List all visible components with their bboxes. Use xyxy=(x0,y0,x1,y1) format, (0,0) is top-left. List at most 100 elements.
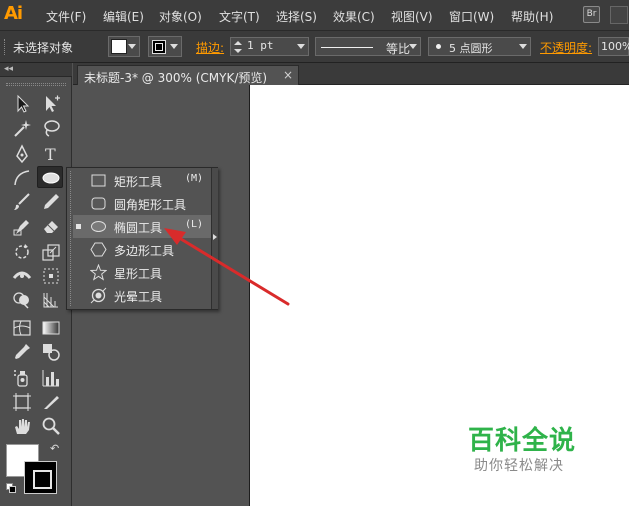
watermark: 百科全说 助你轻松解决 xyxy=(462,420,610,480)
chevron-down-icon xyxy=(170,44,178,49)
menu-type[interactable]: 文字(T) xyxy=(219,8,260,25)
rectangle-icon xyxy=(91,174,106,187)
flyout-item-label: 光晕工具 xyxy=(114,290,163,304)
profile-line-icon xyxy=(321,47,373,48)
close-icon[interactable]: × xyxy=(283,68,293,82)
menu-help[interactable]: 帮助(H) xyxy=(511,8,553,25)
menu-effect[interactable]: 效果(C) xyxy=(333,8,375,25)
ellipse-icon xyxy=(91,221,106,232)
document-tab-strip: 未标题-3* @ 300% (CMYK/预览) × xyxy=(73,63,629,85)
flyout-item-star[interactable]: 星形工具 xyxy=(73,261,211,284)
flyout-item-rectangle[interactable]: 矩形工具 (M) xyxy=(73,169,211,192)
app-logo: Ai xyxy=(4,3,23,24)
flyout-tearoff-bar[interactable] xyxy=(211,168,218,309)
flyout-item-flare[interactable]: 光晕工具 xyxy=(73,284,211,307)
scale-tool-icon[interactable] xyxy=(38,241,64,263)
artboard-tool-icon[interactable] xyxy=(9,391,35,413)
brush-label: 5 点圆形 xyxy=(449,42,493,55)
chevron-down-icon xyxy=(128,44,136,49)
document-tab-title[interactable]: 未标题-3* @ 300% (CMYK/预览) xyxy=(84,69,267,86)
stroke-color-swatch[interactable] xyxy=(24,461,57,494)
mesh-tool-icon[interactable] xyxy=(9,317,35,339)
menu-object[interactable]: 对象(O) xyxy=(159,8,202,25)
eraser-tool-icon[interactable] xyxy=(38,215,64,237)
flyout-item-polygon[interactable]: 多边形工具 xyxy=(73,238,211,261)
control-bar: 未选择对象 描边: 1 pt 等比 5 点圆形 不透明度: 100% xyxy=(0,31,629,63)
brush-dot-icon xyxy=(436,44,441,49)
tools-panel-grip[interactable] xyxy=(6,83,66,86)
lasso-tool-icon[interactable] xyxy=(38,117,64,139)
tearoff-arrow-icon xyxy=(213,234,217,240)
control-bar-grip[interactable] xyxy=(4,39,7,55)
stroke-label[interactable]: 描边: xyxy=(196,39,224,56)
default-fill-stroke-icon[interactable] xyxy=(6,483,16,493)
star-icon xyxy=(90,264,107,281)
zoom-tool-icon[interactable] xyxy=(38,415,64,437)
bridge-button[interactable]: Br xyxy=(583,6,600,23)
flyout-item-label: 圆角矩形工具 xyxy=(114,198,187,212)
blend-tool-icon[interactable] xyxy=(38,341,64,363)
gradient-tool-icon[interactable] xyxy=(38,317,64,339)
perspective-grid-tool-icon[interactable] xyxy=(38,289,64,311)
pen-tool-icon[interactable] xyxy=(9,143,35,165)
selection-tool-icon[interactable] xyxy=(9,93,35,115)
rounded-rectangle-icon xyxy=(91,197,106,210)
svg-text:T: T xyxy=(45,145,56,164)
watermark-title: 百科全说 xyxy=(468,426,577,456)
tools-panel-header[interactable]: ◂◂ xyxy=(0,63,72,77)
eyedropper-tool-icon[interactable] xyxy=(9,341,35,363)
flyout-item-label: 矩形工具 xyxy=(114,175,163,189)
flyout-item-rounded-rectangle[interactable]: 圆角矩形工具 xyxy=(73,192,211,215)
opacity-label[interactable]: 不透明度: xyxy=(540,39,592,56)
polygon-icon xyxy=(90,242,107,257)
stroke-weight-field[interactable]: 1 pt xyxy=(230,37,309,56)
pencil-tool-icon[interactable] xyxy=(38,191,64,213)
chevron-down-icon xyxy=(409,44,417,49)
stepper-arrows-icon[interactable] xyxy=(233,40,243,54)
free-transform-tool-icon[interactable] xyxy=(38,265,64,287)
workspace-switcher-button[interactable] xyxy=(610,6,628,24)
collapse-icon[interactable]: ◂◂ xyxy=(4,64,13,74)
fill-swatch-icon xyxy=(111,39,127,54)
symbol-sprayer-tool-icon[interactable] xyxy=(9,367,35,389)
rotate-tool-icon[interactable] xyxy=(9,241,35,263)
opacity-field[interactable]: 100% xyxy=(598,37,629,56)
flyout-item-label: 星形工具 xyxy=(114,267,163,281)
variable-width-profile-dropdown[interactable]: 等比 xyxy=(315,37,421,56)
flyout-item-label: 多边形工具 xyxy=(114,244,175,258)
profile-label: 等比 xyxy=(386,42,411,56)
ellipse-tool-icon[interactable] xyxy=(37,166,63,188)
menu-edit[interactable]: 编辑(E) xyxy=(103,8,144,25)
chevron-down-icon xyxy=(519,44,527,49)
swap-fill-stroke-icon[interactable]: ↶ xyxy=(50,442,59,455)
type-tool-icon[interactable]: T xyxy=(38,143,64,165)
selection-status: 未选择对象 xyxy=(13,41,74,55)
menu-file[interactable]: 文件(F) xyxy=(46,8,86,25)
magic-wand-tool-icon[interactable] xyxy=(9,117,35,139)
menu-view[interactable]: 视图(V) xyxy=(391,8,433,25)
document-tab[interactable]: 未标题-3* @ 300% (CMYK/预览) × xyxy=(77,65,299,85)
hand-tool-icon[interactable] xyxy=(9,415,35,437)
slice-tool-icon[interactable] xyxy=(38,391,64,413)
opacity-value[interactable]: 100% xyxy=(601,40,629,53)
menu-bar: Ai 文件(F) 编辑(E) 对象(O) 文字(T) 选择(S) 效果(C) 视… xyxy=(0,0,629,31)
flyout-item-ellipse[interactable]: 椭圆工具 (L) xyxy=(73,215,211,238)
chevron-down-icon[interactable] xyxy=(297,44,305,49)
direct-selection-tool-icon[interactable] xyxy=(38,93,64,115)
menu-select[interactable]: 选择(S) xyxy=(276,8,317,25)
flare-icon xyxy=(90,287,107,304)
brush-definition-dropdown[interactable]: 5 点圆形 xyxy=(428,37,531,56)
shape-tools-flyout: 矩形工具 (M) 圆角矩形工具 椭圆工具 (L) 多边形工具 星形工具 光晕工具 xyxy=(66,167,218,310)
blob-brush-tool-icon[interactable] xyxy=(9,215,35,237)
stroke-swatch-icon xyxy=(152,40,166,54)
column-graph-tool-icon[interactable] xyxy=(38,367,64,389)
stroke-weight-value[interactable]: 1 pt xyxy=(247,39,274,52)
paintbrush-tool-icon[interactable] xyxy=(9,191,35,213)
stroke-color-dropdown[interactable] xyxy=(148,36,182,57)
menu-window[interactable]: 窗口(W) xyxy=(449,8,494,25)
flyout-item-label: 椭圆工具 xyxy=(114,221,163,235)
line-segment-tool-icon[interactable] xyxy=(9,167,35,189)
width-tool-icon[interactable] xyxy=(9,265,35,287)
shape-builder-tool-icon[interactable] xyxy=(9,289,35,311)
fill-color-dropdown[interactable] xyxy=(108,36,140,57)
